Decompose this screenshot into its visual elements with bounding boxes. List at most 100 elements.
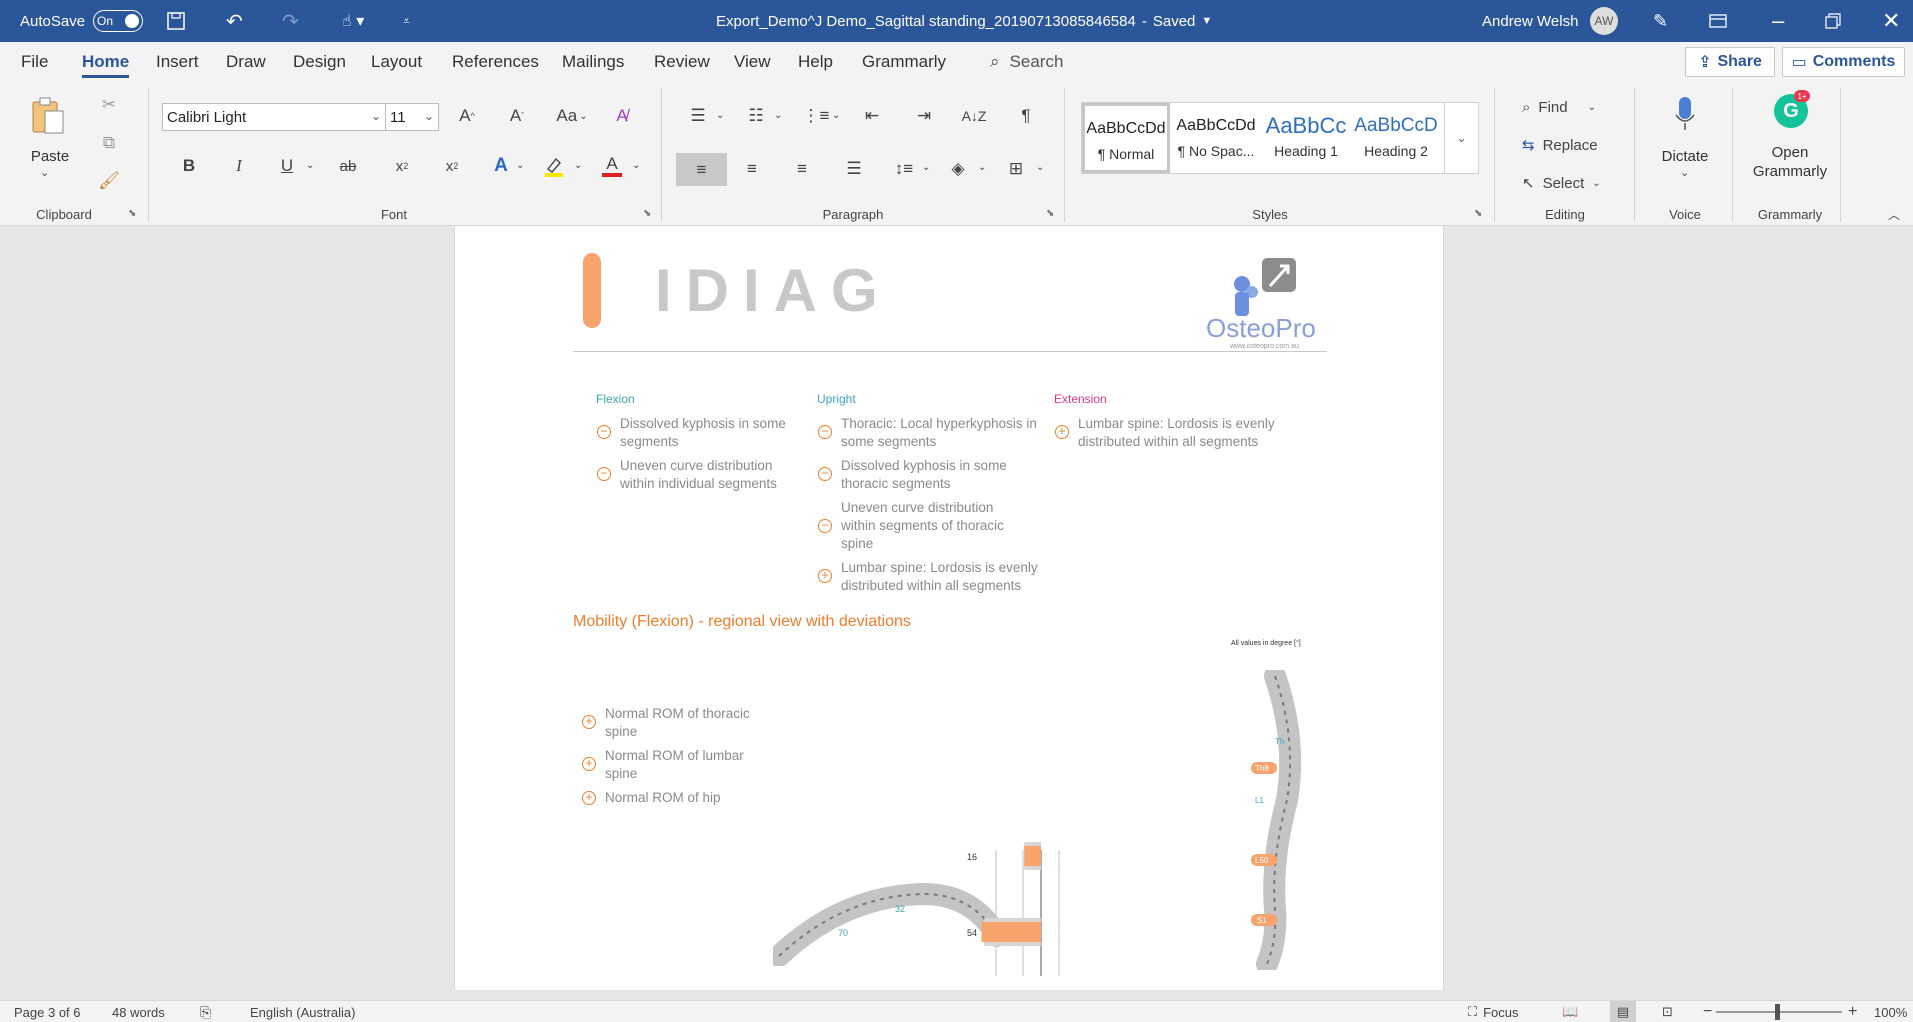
text-effects-options-icon[interactable]: ⌄: [516, 160, 524, 171]
tab-review[interactable]: Review: [654, 42, 710, 82]
tab-mailings[interactable]: Mailings: [562, 42, 624, 82]
numbering-icon[interactable]: ☷: [744, 104, 768, 128]
style-heading-2[interactable]: AaBbCcD Heading 2: [1352, 103, 1440, 173]
strikethrough-icon[interactable]: ab: [336, 154, 360, 178]
underline-icon[interactable]: U: [276, 154, 298, 178]
user-name[interactable]: Andrew Welsh: [1482, 0, 1578, 42]
numbering-options-icon[interactable]: ⌄: [774, 110, 782, 121]
style-heading-1[interactable]: AaBbCc Heading 1: [1262, 103, 1350, 173]
styles-more-icon[interactable]: ⌄: [1444, 103, 1478, 173]
user-avatar-wrap[interactable]: AW: [1590, 0, 1618, 42]
italic-icon[interactable]: I: [228, 154, 250, 178]
superscript-icon[interactable]: x2: [440, 154, 464, 178]
align-center-icon[interactable]: ≡: [740, 156, 764, 182]
text-effects-icon[interactable]: A: [490, 154, 512, 178]
search-box[interactable]: ⌕ Search: [990, 42, 1063, 82]
share-button[interactable]: ⇪ Share: [1685, 47, 1775, 77]
word-count[interactable]: 48 words: [112, 1001, 165, 1022]
tab-home[interactable]: Home: [82, 42, 130, 82]
clipboard-launcher-icon[interactable]: ⬊: [128, 208, 136, 219]
line-spacing-icon[interactable]: ↕≡: [892, 156, 916, 182]
save-icon[interactable]: [166, 0, 186, 42]
bullets-icon[interactable]: ☰: [686, 104, 710, 128]
language-indicator[interactable]: English (Australia): [250, 1001, 356, 1022]
align-left-icon[interactable]: ≡: [676, 153, 727, 186]
redo-icon[interactable]: ↷: [282, 0, 299, 42]
open-grammarly-label-1[interactable]: Open: [1745, 144, 1835, 161]
bullets-options-icon[interactable]: ⌄: [716, 110, 724, 121]
zoom-out-icon[interactable]: −: [1703, 1001, 1712, 1022]
increase-indent-icon[interactable]: ⇥: [912, 104, 936, 128]
coauthor-pen-icon[interactable]: ✎: [1653, 0, 1668, 42]
web-layout-icon[interactable]: ⊡: [1662, 1001, 1673, 1022]
shading-icon[interactable]: ◈: [946, 156, 970, 182]
change-case-button[interactable]: Aa ⌄: [554, 104, 590, 128]
clear-formatting-icon[interactable]: A̸: [610, 104, 634, 128]
close-icon[interactable]: ✕: [1882, 0, 1900, 42]
tab-design[interactable]: Design: [293, 42, 346, 82]
font-color-options-icon[interactable]: ⌄: [632, 160, 640, 171]
proofing-icon[interactable]: ⎘: [200, 1001, 211, 1022]
multilevel-list-icon[interactable]: ⋮≡: [803, 104, 830, 128]
style-normal[interactable]: AaBbCcDd ¶ Normal: [1082, 103, 1170, 173]
zoom-thumb[interactable]: [1775, 1004, 1780, 1020]
justify-icon[interactable]: ☰: [842, 156, 866, 182]
borders-icon[interactable]: ⊞: [1004, 156, 1028, 182]
tab-insert[interactable]: Insert: [156, 42, 199, 82]
paste-icon[interactable]: [28, 96, 68, 136]
cut-icon[interactable]: ✂: [98, 94, 120, 116]
open-grammarly-label-2[interactable]: Grammarly: [1745, 163, 1835, 180]
collapse-ribbon-icon[interactable]: ︿: [1888, 206, 1900, 223]
dictate-chevron-icon[interactable]: ⌄: [1680, 166, 1689, 179]
multilevel-options-icon[interactable]: ⌄: [832, 110, 840, 121]
print-layout-icon[interactable]: ▤: [1610, 1001, 1636, 1022]
show-formatting-icon[interactable]: ¶: [1014, 104, 1038, 128]
paste-label[interactable]: Paste: [28, 148, 72, 165]
minimize-icon[interactable]: –: [1772, 0, 1784, 42]
font-launcher-icon[interactable]: ⬊: [643, 208, 651, 219]
line-spacing-options-icon[interactable]: ⌄: [922, 162, 930, 173]
styles-launcher-icon[interactable]: ⬊: [1474, 208, 1482, 219]
document-title-area[interactable]: Export_Demo^J Demo_Sagittal standing_201…: [716, 0, 1212, 42]
font-size-dropdown[interactable]: 11 ⌄: [385, 103, 439, 131]
select-button[interactable]: ↖ Select ⌄: [1522, 170, 1601, 196]
tab-file[interactable]: File: [21, 42, 48, 82]
copy-icon[interactable]: ⧉: [98, 132, 120, 154]
highlight-options-icon[interactable]: ⌄: [574, 160, 582, 171]
page-indicator[interactable]: Page 3 of 6: [14, 1001, 81, 1022]
undo-icon[interactable]: ↶: [226, 0, 243, 42]
sort-icon[interactable]: A↓Z: [962, 104, 987, 128]
tab-view[interactable]: View: [734, 42, 771, 82]
dictate-label[interactable]: Dictate: [1658, 148, 1712, 165]
find-button[interactable]: ⌕ Find ⌄: [1522, 94, 1596, 120]
comments-button[interactable]: ▭ Comments: [1782, 47, 1905, 77]
shading-options-icon[interactable]: ⌄: [978, 162, 986, 173]
bold-icon[interactable]: B: [178, 154, 200, 178]
subscript-icon[interactable]: x2: [390, 154, 414, 178]
grow-font-icon[interactable]: A ^: [455, 104, 479, 128]
tab-draw[interactable]: Draw: [226, 42, 266, 82]
tab-references[interactable]: References: [452, 42, 539, 82]
restore-icon[interactable]: [1825, 0, 1841, 42]
ribbon-display-icon[interactable]: [1709, 0, 1727, 42]
format-painter-icon[interactable]: 🖌: [98, 170, 120, 192]
microphone-icon[interactable]: [1670, 94, 1700, 134]
tab-grammarly[interactable]: Grammarly: [862, 42, 946, 82]
shrink-font-icon[interactable]: Aˇ: [505, 104, 529, 128]
autosave-toggle[interactable]: On: [93, 10, 144, 32]
decrease-indent-icon[interactable]: ⇤: [860, 104, 884, 128]
read-mode-icon[interactable]: 📖: [1562, 1001, 1578, 1022]
zoom-in-icon[interactable]: +: [1848, 1001, 1857, 1022]
font-color-icon[interactable]: A: [600, 152, 624, 180]
zoom-level[interactable]: 100%: [1874, 1001, 1907, 1022]
touch-mode-icon[interactable]: ☝ ▾: [342, 0, 364, 42]
highlight-icon[interactable]: [542, 154, 566, 178]
style-no-spacing[interactable]: AaBbCcDd ¶ No Spac...: [1172, 103, 1260, 173]
zoom-slider[interactable]: [1716, 1001, 1842, 1022]
borders-options-icon[interactable]: ⌄: [1036, 162, 1044, 173]
customize-toolbar-icon[interactable]: ⩡: [403, 0, 410, 42]
document-page[interactable]: IDIAG OsteoPro www.osteopro.com.au Flexi…: [454, 226, 1444, 990]
align-right-icon[interactable]: ≡: [790, 156, 814, 182]
font-name-dropdown[interactable]: Calibri Light ⌄: [162, 103, 386, 131]
underline-options-icon[interactable]: ⌄: [306, 160, 314, 171]
